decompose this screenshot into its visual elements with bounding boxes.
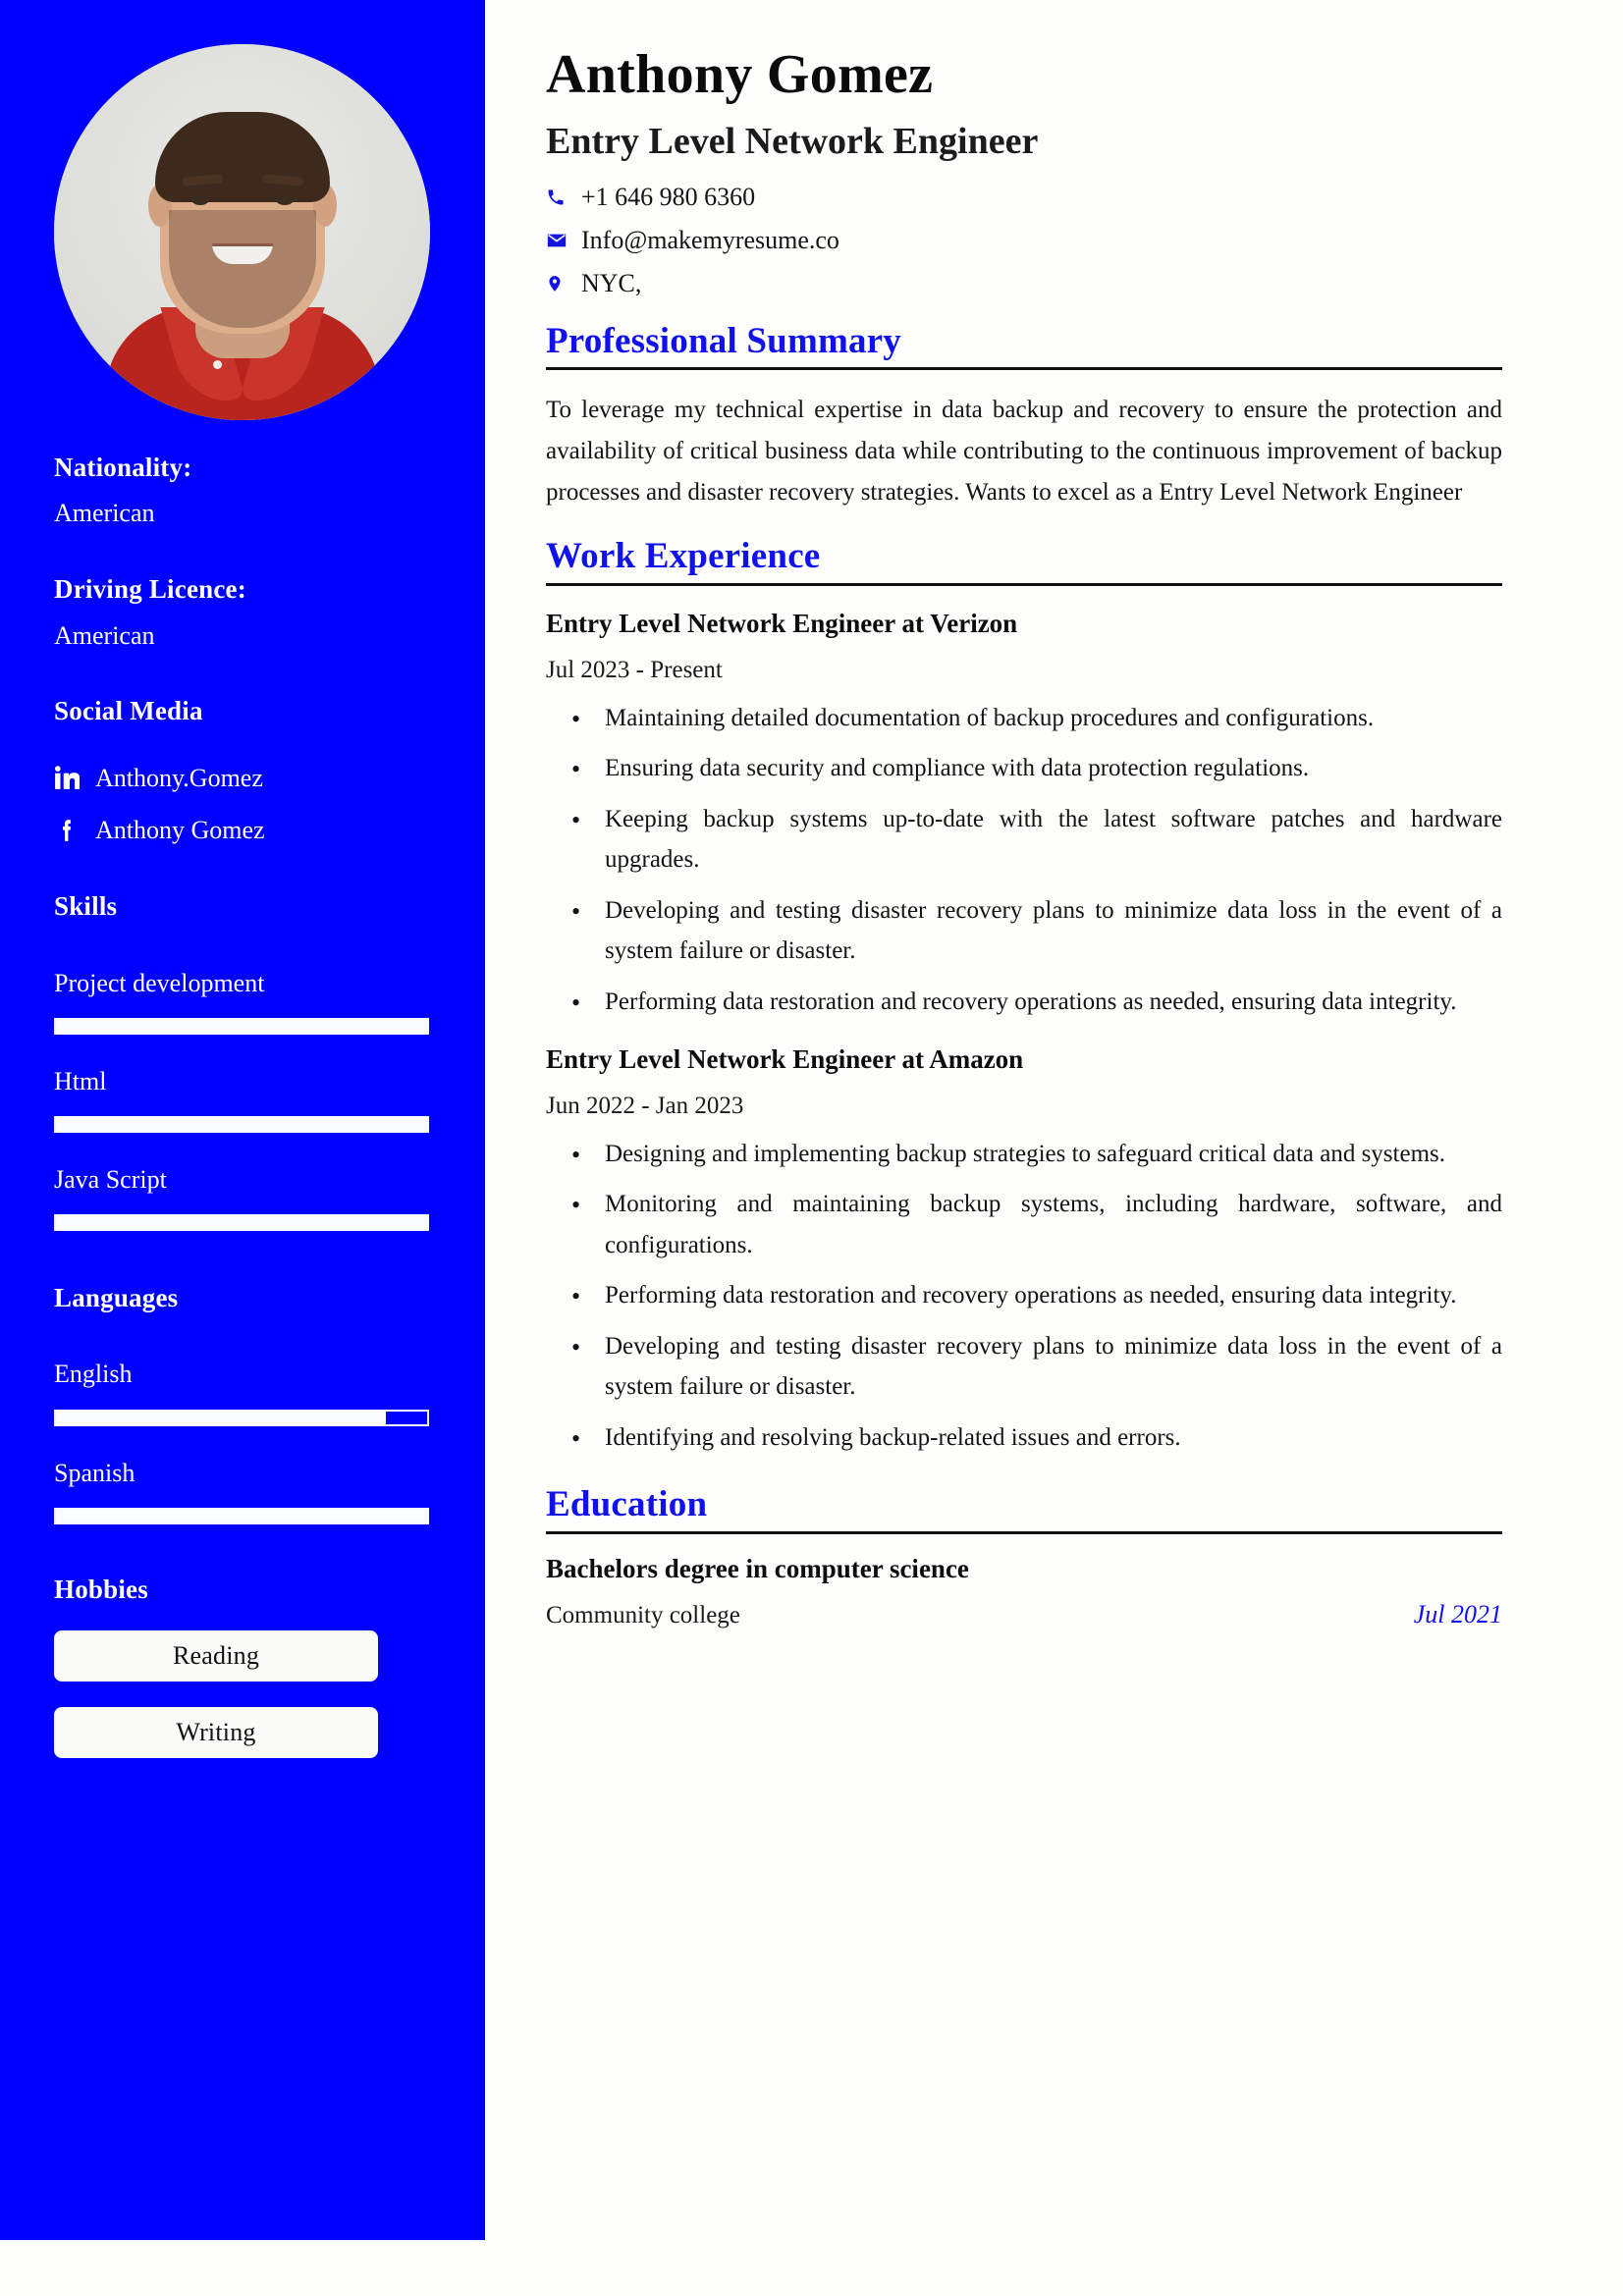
job-bullet: Maintaining detailed documentation of ba… <box>571 698 1502 740</box>
section-divider <box>546 1530 1502 1534</box>
email-icon <box>546 230 575 251</box>
social-link-linkedin[interactable]: Anthony.Gomez <box>54 741 485 793</box>
social-media-label: Social Media <box>54 696 203 726</box>
profile-photo <box>54 44 430 420</box>
job-bullet: Ensuring data security and compliance wi… <box>571 748 1502 790</box>
social-link-facebook[interactable]: Anthony Gomez <box>54 793 485 845</box>
language-name: Spanish <box>54 1458 135 1487</box>
avatar <box>54 44 430 420</box>
job-title: Entry Level Network Engineer at Amazon <box>546 1044 1024 1075</box>
nationality-value: American <box>54 499 155 528</box>
job-date: Jun 2022 - Jan 2023 <box>546 1092 744 1119</box>
job-date: Jul 2023 - Present <box>546 656 723 683</box>
driving-licence-value: American <box>54 620 155 650</box>
hobby-item-writing: Writing <box>54 1707 378 1759</box>
contact-phone[interactable]: +1 646 980 6360 <box>546 183 1502 212</box>
hobby-item-reading: Reading <box>54 1630 378 1682</box>
skill-item: Java Script <box>54 1133 429 1232</box>
job-bullet: Monitoring and maintaining backup system… <box>571 1184 1502 1265</box>
language-item: Spanish <box>54 1426 429 1524</box>
location-value: NYC, <box>581 268 642 297</box>
phone-value: +1 646 980 6360 <box>581 182 756 211</box>
skill-progress-fill <box>56 1117 427 1131</box>
job-bullet-list: Designing and implementing backup strate… <box>546 1134 1502 1460</box>
phone-icon <box>546 187 575 207</box>
skill-progress-bar <box>54 1115 429 1133</box>
contact-email[interactable]: Info@makemyresume.co <box>546 226 1502 255</box>
language-progress-fill <box>56 1509 427 1522</box>
contact-location[interactable]: NYC, <box>546 269 1502 298</box>
section-heading-work: Work Experience <box>546 536 821 577</box>
resume-page: Nationality: American Driving Licence: A… <box>0 0 1623 2296</box>
driving-licence-label: Driving Licence: <box>54 574 246 605</box>
job-bullet: Developing and testing disaster recovery… <box>571 1326 1502 1408</box>
work-entry: Entry Level Network Engineer at Verizon … <box>546 608 1502 1024</box>
skills-label: Skills <box>54 891 118 922</box>
skill-progress-fill <box>56 1216 427 1230</box>
language-progress-bar <box>54 1409 429 1426</box>
job-bullet-list: Maintaining detailed documentation of ba… <box>546 698 1502 1024</box>
languages-label: Languages <box>54 1283 179 1313</box>
skill-name: Project development <box>54 968 265 997</box>
job-bullet: Performing data restoration and recovery… <box>571 1275 1502 1317</box>
language-progress-fill <box>56 1411 387 1424</box>
email-value: Info@makemyresume.co <box>581 225 839 254</box>
skill-name: Html <box>54 1066 107 1095</box>
education-entry: Bachelors degree in computer science Com… <box>546 1554 1502 1629</box>
skill-progress-bar <box>54 1214 429 1232</box>
language-name: English <box>54 1360 133 1389</box>
facebook-icon <box>54 818 83 843</box>
language-progress-bar <box>54 1507 429 1524</box>
hobbies-label: Hobbies <box>54 1574 148 1604</box>
main-content: Anthony Gomez Entry Level Network Engine… <box>485 0 1623 2296</box>
skill-name: Java Script <box>54 1164 167 1194</box>
facebook-handle: Anthony Gomez <box>95 815 265 844</box>
section-heading-summary: Professional Summary <box>546 320 902 361</box>
job-bullet: Keeping backup systems up-to-date with t… <box>571 799 1502 881</box>
linkedin-icon <box>54 765 83 790</box>
job-bullet: Developing and testing disaster recovery… <box>571 890 1502 972</box>
education-school: Community college <box>546 1601 740 1629</box>
section-heading-education: Education <box>546 1484 708 1525</box>
section-divider <box>546 367 1502 371</box>
candidate-job-title: Entry Level Network Engineer <box>546 121 1039 163</box>
education-date: Jul 2021 <box>1413 1599 1502 1629</box>
sidebar: Nationality: American Driving Licence: A… <box>0 0 485 2240</box>
skill-item: Html <box>54 1035 429 1133</box>
linkedin-handle: Anthony.Gomez <box>95 763 263 792</box>
job-bullet: Performing data restoration and recovery… <box>571 982 1502 1024</box>
summary-text: To leverage my technical expertise in da… <box>546 397 1502 507</box>
skill-item: Project development <box>54 936 429 1035</box>
section-divider <box>546 582 1502 586</box>
language-item: English <box>54 1327 429 1426</box>
location-pin-icon <box>546 273 575 294</box>
job-bullet: Designing and implementing backup strate… <box>571 1134 1502 1176</box>
job-bullet: Identifying and resolving backup-related… <box>571 1417 1502 1460</box>
job-title: Entry Level Network Engineer at Verizon <box>546 608 1018 638</box>
nationality-label: Nationality: <box>54 453 192 482</box>
skill-progress-bar <box>54 1017 429 1035</box>
skill-progress-fill <box>56 1019 427 1033</box>
work-entry: Entry Level Network Engineer at Amazon J… <box>546 1043 1502 1460</box>
candidate-name: Anthony Gomez <box>546 44 934 105</box>
education-degree: Bachelors degree in computer science <box>546 1553 969 1583</box>
